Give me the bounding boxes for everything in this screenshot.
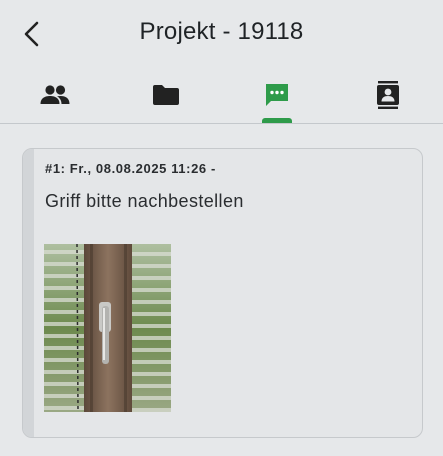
entry-message: Griff bitte nachbestellen: [45, 191, 244, 211]
tabs-divider: [0, 123, 443, 124]
page-title: Projekt - 19118: [139, 18, 304, 45]
tab-bar: [0, 66, 443, 124]
window-handle-photo: [44, 244, 171, 412]
entry-meta: #1: Fr., 08.08.2025 11:26 -: [45, 161, 216, 176]
chat-entry-card: #1: Fr., 08.08.2025 11:26 - Griff bitte …: [22, 148, 423, 438]
tab-people[interactable]: [0, 66, 111, 124]
tab-contacts[interactable]: [332, 66, 443, 124]
card-accent-bar: [23, 149, 34, 437]
people-icon: [40, 85, 70, 104]
tab-files[interactable]: [111, 66, 222, 124]
tab-chat[interactable]: [222, 66, 333, 124]
header: Projekt - 19118: [0, 0, 443, 66]
chat-icon: [265, 84, 288, 106]
folder-icon: [153, 85, 180, 105]
app-screen: Projekt - 19118 #1: Fr., 08.08.2025 11:2…: [0, 0, 443, 456]
entry-attachment-image[interactable]: [44, 244, 171, 412]
contact-book-icon: [376, 81, 399, 109]
